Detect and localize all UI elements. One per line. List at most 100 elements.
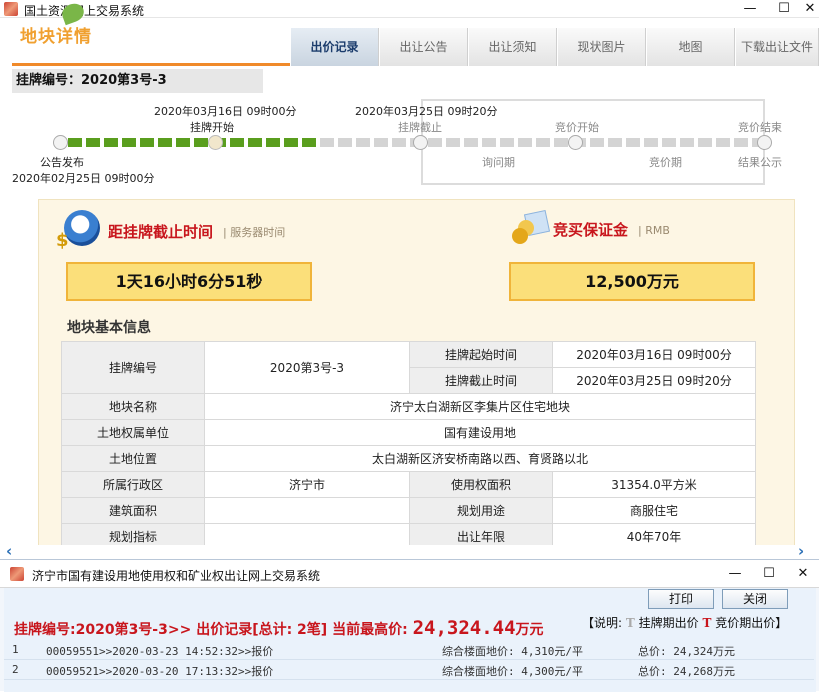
build-value [204,497,410,524]
bid-row[interactable]: 2 00059521>>2020-03-20 17:13:32>>报价 综合楼面… [4,660,814,680]
owner-value: 国有建设用地 [204,419,756,446]
bid-end-label: 竞价结束 [738,121,782,134]
owner-label: 土地权属单位 [61,419,205,446]
timeline-segment [392,138,406,147]
legend-listing: 挂牌期出价 [638,616,699,630]
maximize-button[interactable]: ☐ [767,0,801,18]
popup-maximize-button[interactable]: ☐ [752,565,786,583]
bid-row[interactable]: 1 00059551>>2020-03-23 14:52:32>>报价 综合楼面… [4,640,814,660]
area-value: 31354.0平方米 [552,471,756,498]
main-title-bar: 国土资源网上交易系统 — ☐ ✕ [0,0,819,18]
bid-period-label: 竞价期 [649,156,682,169]
close-popup-button[interactable]: 关闭 [722,589,788,609]
legend-prefix: 【说明: [582,616,623,630]
start-value: 2020年03月16日 09时00分 [552,341,756,368]
timeline-segment [482,138,496,147]
inquiry-label: 询问期 [482,156,515,169]
location-label: 土地位置 [61,445,205,472]
announce-time: 2020年02月25日 09时00分 [12,172,155,185]
page-logo: 地块详情 [20,27,92,47]
bid-unit-price: 综合楼面地价: 4,300元/平 [442,665,583,678]
listing-end-time: 2020年03月25日 09时20分 [355,105,498,118]
bid-no: 1 [12,643,19,656]
popup-title: 济宁市国有建设用地使用权和矿业权出让网上交易系统 [32,569,321,583]
bid-summary: 挂牌编号:2020第3号-3>> 出价记录[总计: 2笔] 当前最高价: 24,… [14,617,544,639]
timeline-segment [554,138,568,147]
highest-price: 24,324.44 [412,617,516,639]
deposit-title: 竞买保证金 [553,221,629,239]
use-value: 商服住宅 [552,497,756,524]
use-label: 规划用途 [409,497,553,524]
timeline-segment [734,138,748,147]
close-button[interactable]: ✕ [801,0,819,18]
timeline-segment [302,138,316,147]
minimize-button[interactable]: — [733,0,767,18]
timeline-segment [500,138,514,147]
timeline-segment [122,138,136,147]
area-label: 使用权面积 [409,471,553,498]
timeline-segment [158,138,172,147]
tab-announcement[interactable]: 出让公告 [379,28,468,66]
timeline-segment [446,138,460,147]
tab-bar: 出价记录 出让公告 出让须知 现状图片 地图 下载出让文件 [290,28,819,66]
timeline-segment [356,138,370,147]
tab-notice[interactable]: 出让须知 [468,28,557,66]
timeline-segment [176,138,190,147]
deposit-value: 12,500万元 [509,262,755,301]
deadline-title: 距挂牌截止时间 [108,223,214,241]
info-table: 挂牌编号 2020第3号-3 挂牌起始时间 2020年03月16日 09时00分… [61,341,756,550]
bid-total: 总价: 24,324万元 [638,645,735,658]
deposit-sub: | RMB [638,224,670,237]
info-title: 地块基本信息 [67,320,151,336]
timeline-segment [680,138,694,147]
header-divider [12,63,290,66]
bid-record: 00059521>>2020-03-20 17:13:32>>报价 [46,665,274,678]
timeline-segment [374,138,388,147]
listing-end-label: 挂牌截止 [398,121,442,134]
dollar-icon: $ [56,230,69,251]
horizontal-scrollbar[interactable]: ‹ › [0,542,819,560]
district-label: 所属行政区 [61,471,205,498]
lot-no-label: 挂牌编号 [61,341,205,394]
location-value: 太白湖新区济安桥南路以西、育贤路以北 [204,445,756,472]
tab-photos[interactable]: 现状图片 [557,28,646,66]
tab-download[interactable]: 下载出让文件 [735,28,819,66]
timeline-segment [140,138,154,147]
timeline-segment [194,138,208,147]
bid-start-label: 竞价开始 [555,121,599,134]
tab-map[interactable]: 地图 [646,28,735,66]
end-value: 2020年03月25日 09时20分 [552,367,756,394]
popup-minimize-button[interactable]: — [718,565,752,583]
timeline-segment [518,138,532,147]
timeline-node-announce [53,135,68,150]
name-label: 地块名称 [61,393,205,420]
timeline-segment [698,138,712,147]
tab-bid-records[interactable]: 出价记录 [290,28,379,66]
district-value: 济宁市 [204,471,410,498]
scroll-right-icon[interactable]: › [798,542,804,560]
timeline-segment [608,138,622,147]
timeline-segment [104,138,118,147]
timeline-segment [716,138,730,147]
print-button[interactable]: 打印 [648,589,714,609]
scroll-left-icon[interactable]: ‹ [6,542,12,560]
build-label: 建筑面积 [61,497,205,524]
popup-app-icon [10,567,24,581]
timeline-node-bid-end [757,135,772,150]
timeline-segment [590,138,604,147]
timeline-segment [644,138,658,147]
bid-summary-text: 挂牌编号:2020第3号-3>> 出价记录[总计: 2笔] 当前最高价: [14,622,408,638]
bid-unit-price: 综合楼面地价: 4,310元/平 [442,645,583,658]
timeline-segment [284,138,298,147]
legend-auction: 竞价期出价】 [715,616,788,630]
timeline-segment [230,138,244,147]
timeline-node-listing-end [413,135,428,150]
auction-bid-icon: T [702,616,712,630]
timeline-segment [68,138,82,147]
listing-bid-icon: T [625,616,635,630]
end-label: 挂牌截止时间 [409,367,553,394]
lot-no-value: 2020第3号-3 [204,341,410,394]
timeline-segment [626,138,640,147]
popup-close-button[interactable]: ✕ [788,565,818,583]
announce-label: 公告发布 [40,156,84,169]
